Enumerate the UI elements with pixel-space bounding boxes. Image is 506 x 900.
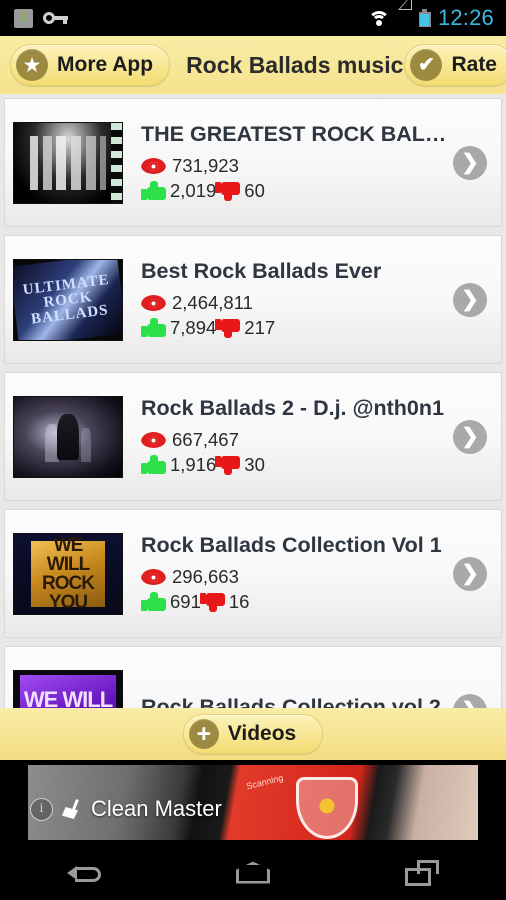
more-app-button[interactable]: ★ More App: [10, 44, 171, 86]
view-stat: 667,467: [141, 428, 455, 453]
like-count: 1,916: [170, 454, 217, 475]
thumbs-down-icon: [215, 317, 241, 339]
chevron-right-icon[interactable]: ❯: [453, 145, 487, 180]
eye-icon: [141, 295, 166, 311]
thumbs-down-icon: [215, 454, 241, 476]
home-icon: [235, 861, 270, 884]
chevron-right-icon[interactable]: ❯: [453, 419, 487, 454]
rating-stat: 691 16: [141, 590, 455, 615]
bottom-bar: + Videos: [0, 708, 506, 760]
like-count: 2,019: [170, 180, 217, 201]
dislike-count: 60: [244, 180, 265, 201]
nav-recents-button[interactable]: [372, 845, 472, 900]
check-icon: ✔: [410, 49, 443, 81]
status-bar-right-icons: 12:26: [367, 0, 506, 31]
dislike-count: 16: [228, 591, 250, 612]
thumbnail-art-text: ULTIMATE ROCK BALLADS: [14, 259, 122, 340]
plus-icon: +: [188, 719, 219, 749]
chevron-right-icon[interactable]: ❯: [453, 282, 487, 317]
thumbs-down-icon: [199, 591, 225, 613]
thumbnail-art-text: WE WILL ROCK YOU: [31, 536, 105, 612]
video-meta: Rock Ballads Collection Vol 1 296,663 69…: [141, 533, 501, 615]
battery-icon: [418, 9, 431, 27]
notification-badge-count: 1: [20, 10, 27, 25]
thumbs-up-icon: [141, 591, 166, 613]
shield-icon: [296, 777, 358, 839]
like-count: 691: [170, 591, 201, 612]
rating-stat: 2,019 60: [141, 179, 455, 204]
status-bar-clock: 12:26: [437, 5, 494, 30]
rate-label: Rate: [451, 53, 497, 76]
videos-label: Videos: [227, 722, 297, 745]
video-thumbnail: [13, 395, 123, 478]
ad-banner[interactable]: Scanning i Clean Master: [0, 760, 506, 845]
status-bar: 1 12:26: [0, 0, 506, 36]
thumbs-up-icon: [141, 180, 166, 202]
view-count: 2,464,811: [172, 292, 253, 313]
eye-icon: [141, 569, 166, 585]
rate-button[interactable]: ✔ Rate: [404, 44, 506, 86]
view-count: 667,467: [172, 429, 239, 450]
video-title: Best Rock Ballads Ever: [141, 258, 382, 283]
like-count: 7,894: [170, 317, 217, 338]
video-title: Rock Ballads Collection Vol 1: [141, 532, 442, 557]
view-count: 731,923: [172, 155, 239, 176]
rating-stat: 1,916 30: [141, 453, 455, 478]
video-title: Rock Ballads 2 - D.j. @nth0n1: [141, 395, 444, 420]
star-icon: ★: [16, 49, 48, 81]
videos-button[interactable]: + Videos: [182, 714, 324, 754]
signal-icon: [397, 0, 412, 27]
dislike-count: 30: [244, 454, 265, 475]
video-thumbnail: WE WILL ROCK YOU: [13, 532, 123, 615]
thumbs-up-icon: [141, 317, 166, 339]
nav-back-button[interactable]: [34, 845, 134, 900]
recents-icon: [404, 859, 439, 886]
page-title: Rock Ballads music: [186, 51, 404, 78]
view-count: 296,663: [172, 566, 239, 587]
video-title: THE GREATEST ROCK BALL…: [141, 121, 455, 146]
app-header: ★ More App Rock Ballads music ✔ Rate: [0, 36, 506, 94]
list-item[interactable]: Rock Ballads 2 - D.j. @nth0n1 667,467 1,…: [4, 372, 502, 501]
wifi-icon: [367, 10, 390, 27]
eye-icon: [141, 158, 166, 174]
key-icon: [43, 11, 69, 25]
list-item[interactable]: WE WILL ROCK YOU Rock Ballads Collection…: [4, 509, 502, 638]
video-meta: Rock Ballads Collection vol 2: [141, 695, 501, 709]
phone-screen: 1 12:26 ★ More App Rock Ballads music ✔ …: [0, 0, 506, 900]
thumbs-up-icon: [141, 454, 166, 476]
android-nav-bar: [0, 845, 506, 900]
view-stat: 296,663: [141, 565, 455, 590]
more-app-label: More App: [57, 53, 154, 76]
back-arrow-icon: [67, 861, 102, 885]
thumbs-down-icon: [215, 180, 241, 202]
video-list[interactable]: THE GREATEST ROCK BALL… 731,923 2,019 60…: [0, 94, 506, 708]
nav-home-button[interactable]: [203, 845, 303, 900]
chevron-right-icon[interactable]: ❯: [453, 556, 487, 591]
video-meta: Rock Ballads 2 - D.j. @nth0n1 667,467 1,…: [141, 396, 501, 478]
list-item[interactable]: THE GREATEST ROCK BALL… 731,923 2,019 60…: [4, 98, 502, 227]
eye-icon: [141, 432, 166, 448]
dislike-count: 217: [244, 317, 276, 338]
view-stat: 731,923: [141, 154, 455, 179]
ad-scan-label: Scanning: [245, 772, 285, 792]
video-meta: Best Rock Ballads Ever 2,464,811 7,894 2…: [141, 259, 501, 341]
rating-stat: 7,894 217: [141, 316, 455, 341]
video-meta: THE GREATEST ROCK BALL… 731,923 2,019 60: [141, 122, 501, 204]
list-item[interactable]: ULTIMATE ROCK BALLADS Best Rock Ballads …: [4, 235, 502, 364]
video-thumbnail: WE WILL ROCK: [13, 669, 123, 708]
status-bar-left-icons: 1: [0, 8, 69, 28]
broom-icon: [61, 798, 83, 820]
list-item[interactable]: WE WILL ROCK Rock Ballads Collection vol…: [4, 646, 502, 708]
video-thumbnail: [13, 121, 123, 204]
view-stat: 2,464,811: [141, 291, 455, 316]
notification-badge-icon: 1: [14, 8, 33, 28]
thumbnail-art-text: WE WILL ROCK: [20, 674, 116, 708]
ad-app-name: Clean Master: [91, 796, 222, 821]
video-title: Rock Ballads Collection vol 2: [141, 694, 441, 709]
ad-label-group: i Clean Master: [30, 796, 222, 822]
info-icon[interactable]: i: [30, 797, 53, 821]
video-thumbnail: ULTIMATE ROCK BALLADS: [13, 258, 123, 341]
